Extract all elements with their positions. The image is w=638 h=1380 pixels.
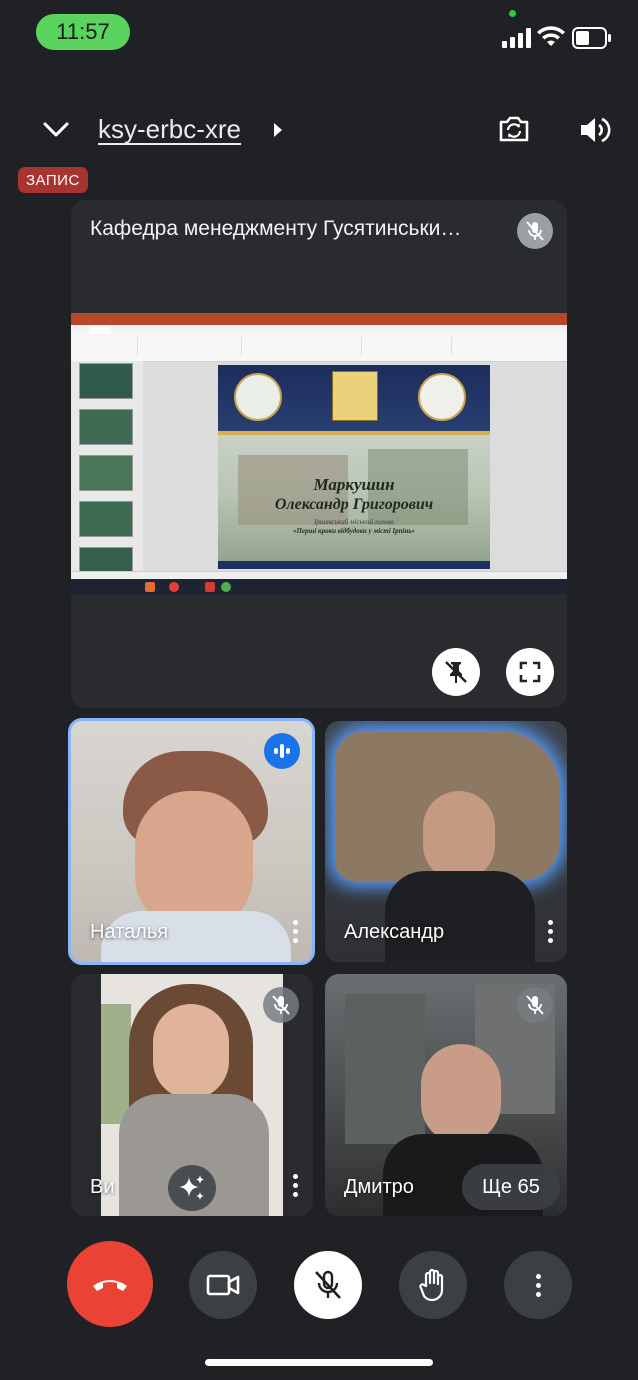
- unpin-button[interactable]: [432, 648, 480, 696]
- participant-options-icon[interactable]: [292, 1174, 298, 1197]
- privacy-indicator-dot: [509, 10, 516, 17]
- participant-name: Дмитро: [344, 1176, 414, 1198]
- more-participants-button[interactable]: Ще 65: [462, 1164, 560, 1210]
- fullscreen-button[interactable]: [506, 648, 554, 696]
- microphone-toggle-button[interactable]: [294, 1251, 362, 1319]
- signal-icon: [502, 28, 532, 53]
- presentation-title: Кафедра менеджменту Гусятинськи…: [90, 217, 462, 240]
- presenter-muted-icon: [517, 213, 553, 249]
- end-call-button[interactable]: [67, 1241, 153, 1327]
- participant-name: Наталья: [90, 921, 169, 943]
- camera-toggle-button[interactable]: [189, 1251, 257, 1319]
- battery-icon: [572, 27, 612, 54]
- more-options-button[interactable]: [504, 1251, 572, 1319]
- participant-muted-icon: [517, 987, 553, 1023]
- unpin-icon: [445, 661, 467, 683]
- hang-up-icon: [93, 1280, 127, 1291]
- status-time: 11:57: [36, 14, 130, 50]
- participant-options-icon[interactable]: [292, 920, 298, 943]
- slide-speaker-role: Іршавський міський голова: [314, 518, 394, 526]
- home-indicator: [205, 1359, 433, 1366]
- video-camera-icon: [206, 1274, 240, 1296]
- collapse-chevron-icon[interactable]: [42, 116, 70, 147]
- participant-muted-icon: [263, 987, 299, 1023]
- switch-camera-icon[interactable]: [497, 112, 531, 151]
- slide-speaker-name: Маркушин: [313, 475, 395, 494]
- wifi-icon: [537, 26, 565, 53]
- shared-screen: Маркушин Олександр Григорович Іршавський…: [71, 313, 567, 595]
- sparkle-icon: [179, 1175, 204, 1200]
- raise-hand-button[interactable]: [399, 1251, 467, 1319]
- meeting-info-arrow-icon[interactable]: [272, 121, 284, 144]
- meeting-code[interactable]: ksy-erbc-xre: [98, 114, 241, 145]
- participant-options-icon[interactable]: [547, 920, 553, 943]
- participant-name: Александр: [344, 921, 445, 943]
- recording-badge: ЗАПИС: [18, 167, 88, 193]
- speaking-indicator-icon: [264, 733, 300, 769]
- participant-name: Ви: [90, 1176, 115, 1198]
- slide-topic: «Перші кроки відбудови у місті Ірпінь»: [292, 527, 416, 535]
- visual-effects-button[interactable]: [168, 1165, 216, 1211]
- microphone-off-icon: [315, 1270, 341, 1299]
- hand-icon: [419, 1268, 444, 1302]
- more-options-icon: [535, 1273, 541, 1297]
- fullscreen-icon: [519, 661, 541, 683]
- slide-speaker-fullname: Олександр Григорович: [274, 496, 434, 513]
- speaker-volume-icon[interactable]: [578, 114, 612, 151]
